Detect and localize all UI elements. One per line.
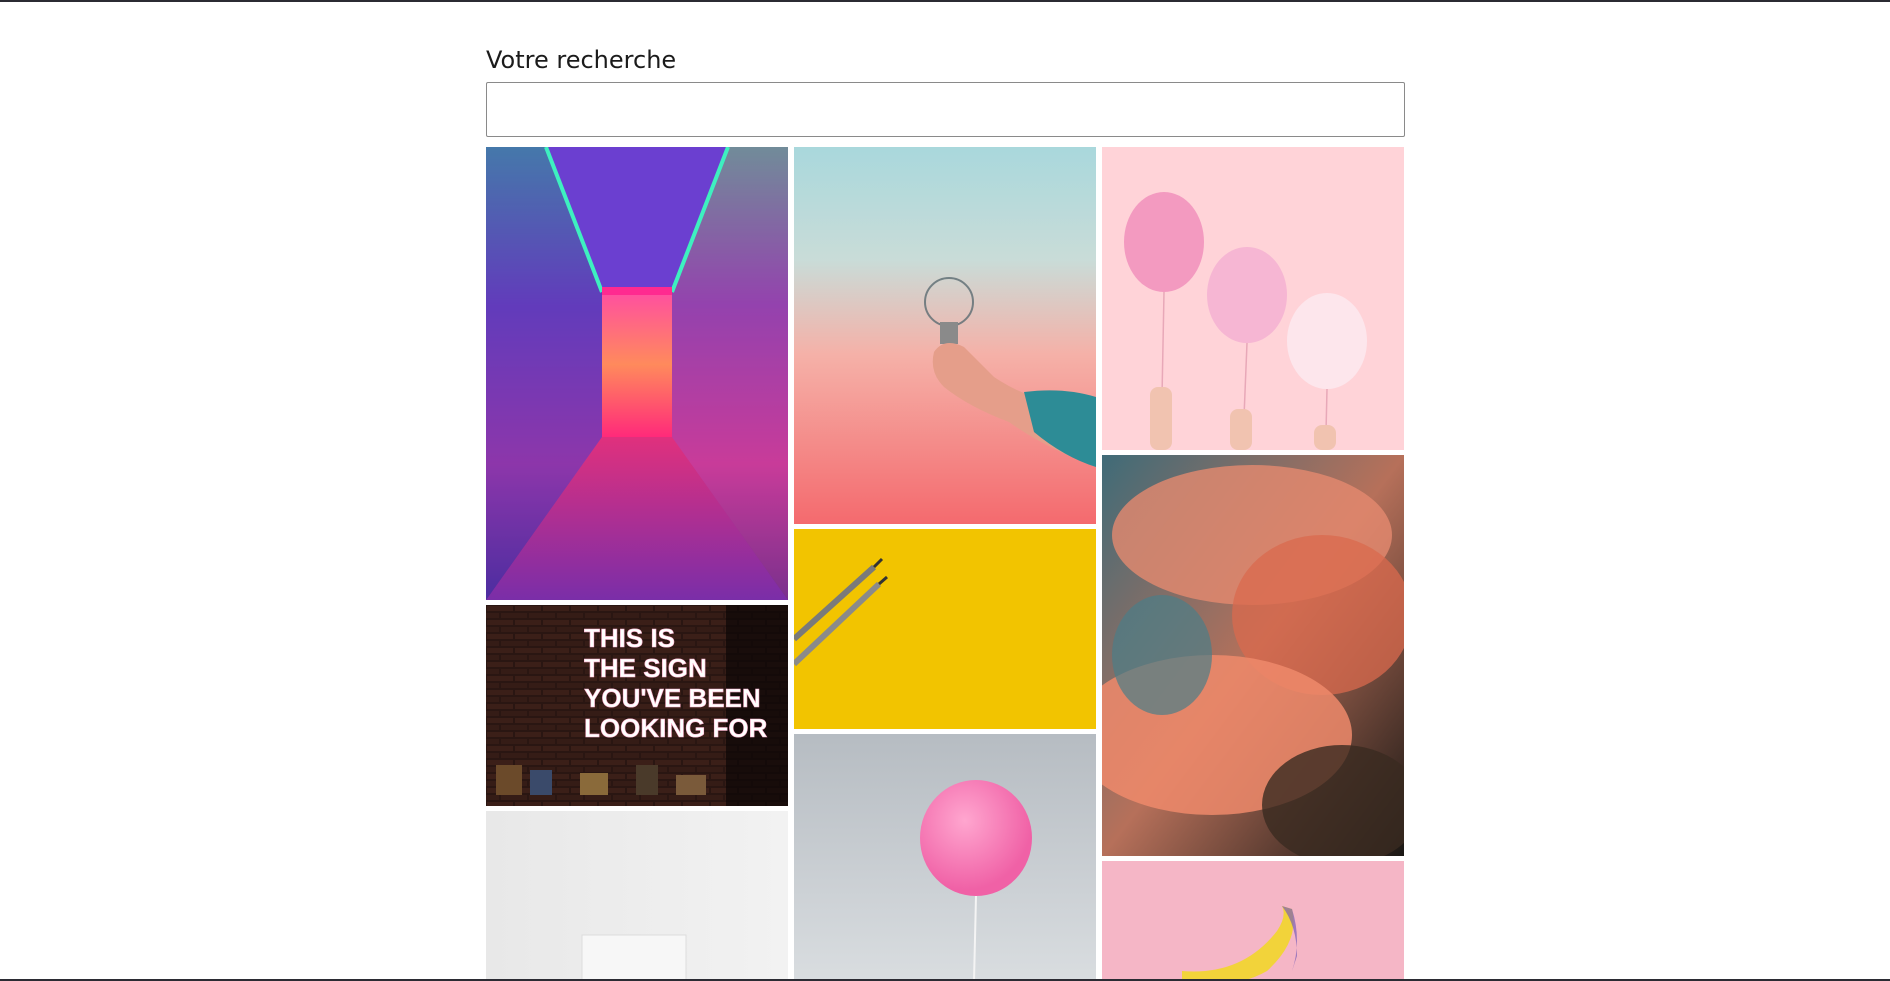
white-room-image xyxy=(486,811,788,981)
search-label: Votre recherche xyxy=(486,46,677,74)
neon-corridor-image xyxy=(486,147,788,600)
pencils-image xyxy=(794,529,1096,729)
clouds-image xyxy=(1102,455,1404,856)
image-pink-balloon[interactable] xyxy=(794,734,1096,981)
sign-line-3: YOU'VE BEEN xyxy=(584,683,761,713)
search-input[interactable] xyxy=(486,82,1405,137)
image-white-room[interactable] xyxy=(486,811,788,981)
pink-balloon-image xyxy=(794,734,1096,981)
image-banana-pink[interactable] xyxy=(1102,861,1404,981)
lightbulb-image xyxy=(794,147,1096,524)
neon-sign-image: THIS IS THE SIGN YOU'VE BEEN LOOKING FOR xyxy=(486,605,788,806)
three-balloons-image xyxy=(1102,147,1404,450)
banana-image xyxy=(1102,861,1404,981)
sign-line-4: LOOKING FOR xyxy=(584,713,768,743)
image-clouds[interactable] xyxy=(1102,455,1404,856)
image-three-balloons[interactable] xyxy=(1102,147,1404,450)
sign-line-1: THIS IS xyxy=(584,623,675,653)
window-top-border xyxy=(0,0,1890,2)
image-neon-corridor[interactable] xyxy=(486,147,788,600)
sign-line-2: THE SIGN xyxy=(584,653,707,683)
image-pencils-yellow[interactable] xyxy=(794,529,1096,729)
image-lightbulb[interactable] xyxy=(794,147,1096,524)
image-neon-sign[interactable]: THIS IS THE SIGN YOU'VE BEEN LOOKING FOR xyxy=(486,605,788,806)
